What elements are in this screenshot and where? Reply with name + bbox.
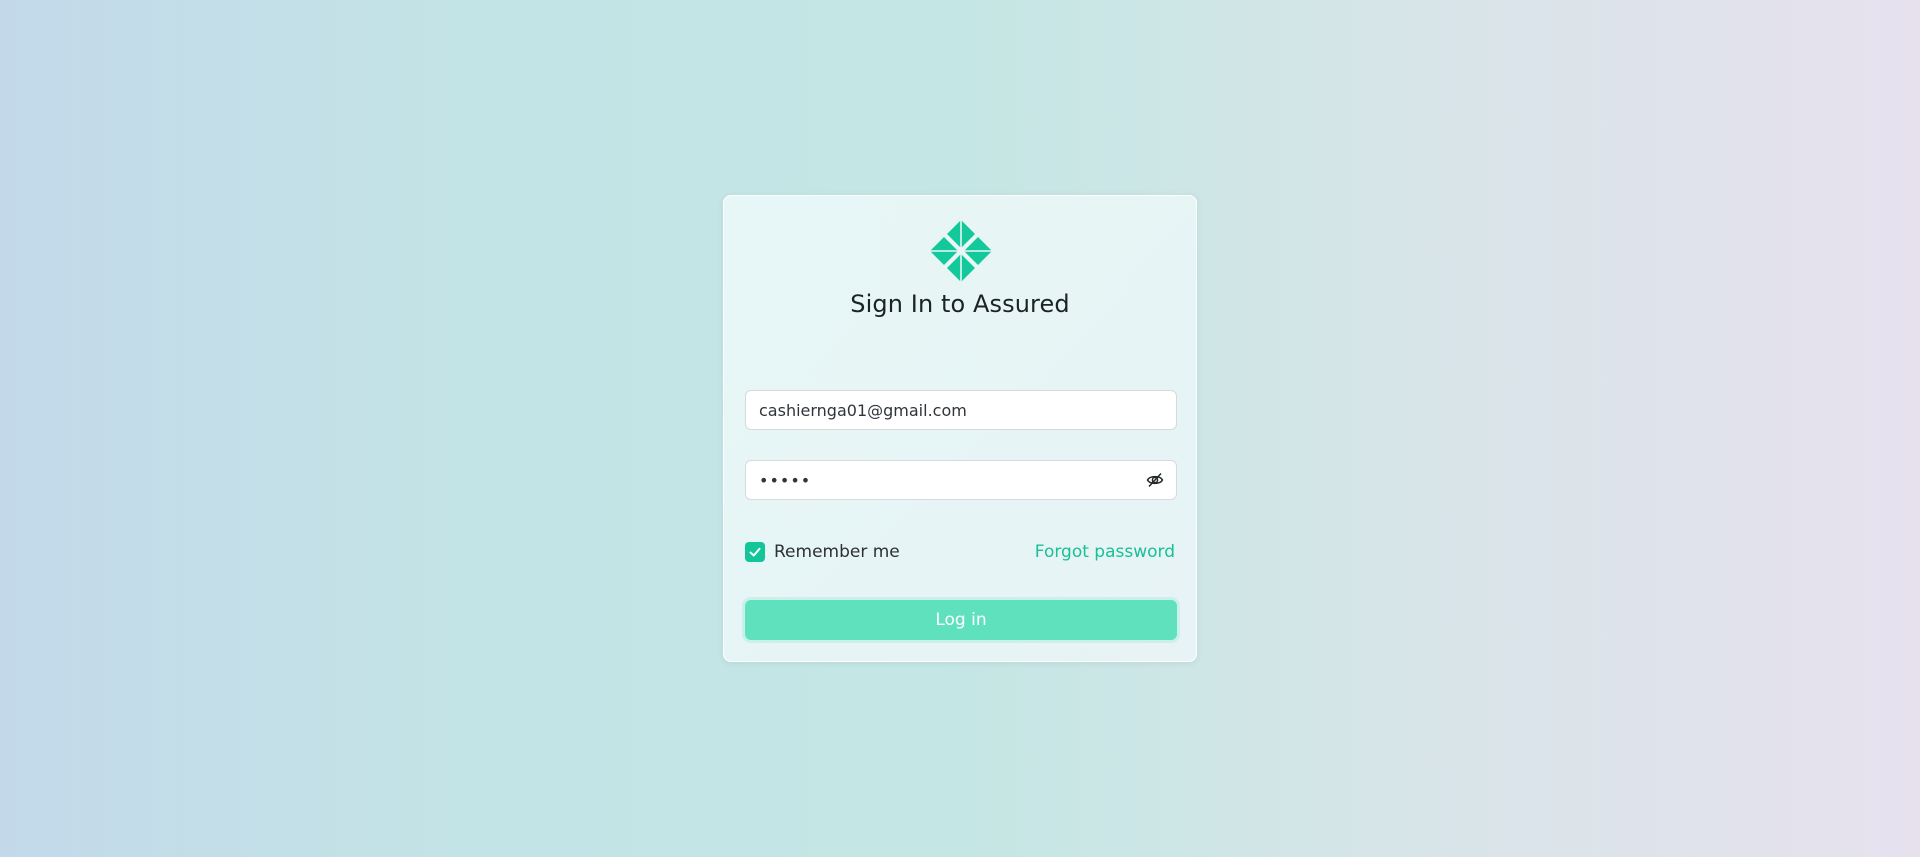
checkmark-icon <box>749 547 761 557</box>
remember-me-checkbox[interactable] <box>745 542 765 562</box>
eye-slash-icon[interactable] <box>1146 471 1164 489</box>
login-button[interactable]: Log in <box>745 600 1177 640</box>
remember-me[interactable]: Remember me <box>745 540 900 564</box>
email-field[interactable] <box>745 390 1177 430</box>
login-card: Sign In to Assured Remember me Forgot pa… <box>723 195 1197 662</box>
email-input[interactable] <box>759 391 1164 429</box>
remember-me-label[interactable]: Remember me <box>774 542 900 562</box>
page-title: Sign In to Assured <box>850 290 1070 318</box>
password-field[interactable] <box>745 460 1177 500</box>
forgot-password-link[interactable]: Forgot password <box>1035 540 1175 564</box>
assured-logo-icon <box>929 219 993 283</box>
password-input[interactable] <box>759 461 1129 499</box>
